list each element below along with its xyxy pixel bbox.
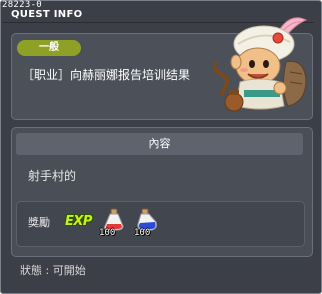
- content-header: 內容: [16, 133, 303, 155]
- quest-status: 狀態 : 可開始: [20, 264, 86, 277]
- reward-item-qty: 100: [99, 228, 116, 238]
- reward-box: [16, 201, 305, 247]
- reward-item-qty: 100: [134, 228, 151, 238]
- reward-item-red-potion[interactable]: 100: [99, 208, 125, 238]
- exp-icon: EXP: [65, 214, 92, 229]
- reward-label: 獎勵: [28, 216, 50, 229]
- reward-item-blue-potion[interactable]: 100: [134, 208, 160, 238]
- content-text: 射手村的: [28, 169, 77, 183]
- npc-portrait: [214, 17, 308, 112]
- window-title: QUEST INFO: [11, 9, 83, 20]
- quest-name: ［职业］向赫丽娜报告培训结果: [22, 68, 191, 82]
- quest-category-badge: 一般: [17, 40, 81, 56]
